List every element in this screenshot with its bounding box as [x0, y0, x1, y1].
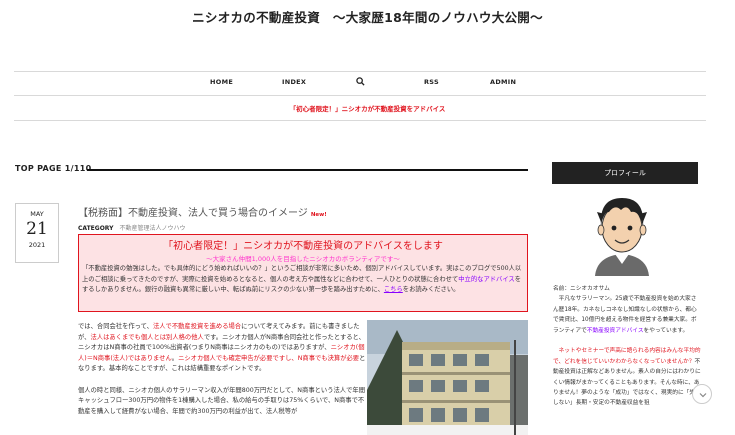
nav-divider	[14, 95, 706, 96]
nav-index[interactable]: INDEX	[282, 78, 306, 86]
advice-box: 「初心者限定！」ニシオカが不動産投資のアドバイスをします 〜大家さん仲間1,00…	[78, 234, 528, 312]
post-title-text[interactable]: 【税務面】不動産投資、法人で買う場合のイメージ	[78, 208, 308, 219]
header-divider-top	[14, 71, 706, 72]
main-nav: HOME INDEX RSS ADMIN	[14, 77, 706, 90]
scroll-down-button[interactable]	[692, 384, 712, 404]
profile-avatar	[585, 190, 659, 276]
profile-advice-link[interactable]: 不動産投資アドバイス	[587, 328, 644, 334]
category-label: CATEGORY	[78, 225, 114, 232]
article-paragraph: では、合同会社を作って、法人で不動産投資を進める場合について考えてみます。前にも…	[78, 323, 366, 373]
post-date: MAY 21 2021	[15, 203, 59, 263]
article-body: では、合同会社を作って、法人で不動産投資を進める場合について考えてみます。前にも…	[78, 322, 368, 428]
nav-home[interactable]: HOME	[210, 78, 233, 86]
post-title[interactable]: 【税務面】不動産投資、法人で買う場合のイメージ New!	[78, 204, 327, 219]
apartment-photo	[367, 320, 528, 435]
category-link[interactable]: 不動産管理法人ノウハウ	[119, 225, 185, 232]
new-badge: New!	[310, 212, 327, 218]
advice-subtitle: 〜大家さん仲間1,000人を目指したニシオカのボランティアです〜	[206, 255, 400, 263]
post-date-year: 2021	[28, 241, 46, 249]
post-category: CATEGORY 不動産管理法人ノウハウ	[78, 223, 185, 232]
nav-rss[interactable]: RSS	[424, 78, 439, 86]
neutral-advice-text: 中立的なアドバイス	[458, 275, 515, 283]
chevron-down-icon	[699, 393, 707, 398]
top-page-label: TOP PAGE 1/110	[15, 164, 92, 173]
profile-name: 名前：ニシオカオサム	[553, 286, 610, 292]
profile-header: プロフィール	[552, 162, 698, 184]
profile-text: 名前：ニシオカオサム 平凡なサラリーマン。25歳で不動産投資を始め大家さん歴18…	[553, 284, 701, 409]
advice-link[interactable]: こちら	[384, 286, 403, 293]
post-date-month: MAY	[30, 210, 44, 218]
announcement-link[interactable]: 「初心者限定！」ニシオカが不動産投資をアドバイス	[0, 103, 735, 113]
site-title[interactable]: ニシオカの不動産投資 〜大家歴18年間のノウハウ大公開〜	[0, 7, 735, 26]
advice-title: 「初心者限定！」ニシオカが不動産投資のアドバイスをします	[163, 241, 443, 252]
profile-bio-2: ネットやセミナーで声高に語られる内容はみんな平均的で、どれを信じていいかわからな…	[553, 348, 701, 407]
search-icon[interactable]	[356, 77, 365, 86]
advice-body: 「不動産投資の勉強はした。でも具体的にどう始めればいいの？」というご相談が非常に…	[82, 265, 522, 293]
article-paragraph: 個人の時と同様、ニシオカ個人のサラリーマン収入が年間800万円だとして、N商事と…	[78, 386, 365, 415]
top-page-rule	[87, 169, 528, 171]
profile-bio: 平凡なサラリーマン。25歳で不動産投資を始め大家さん歴18年。カネなしコネなし知…	[553, 296, 697, 334]
nav-admin[interactable]: ADMIN	[490, 78, 516, 86]
post-date-day: 21	[26, 219, 48, 239]
header-divider-bottom	[14, 120, 706, 121]
